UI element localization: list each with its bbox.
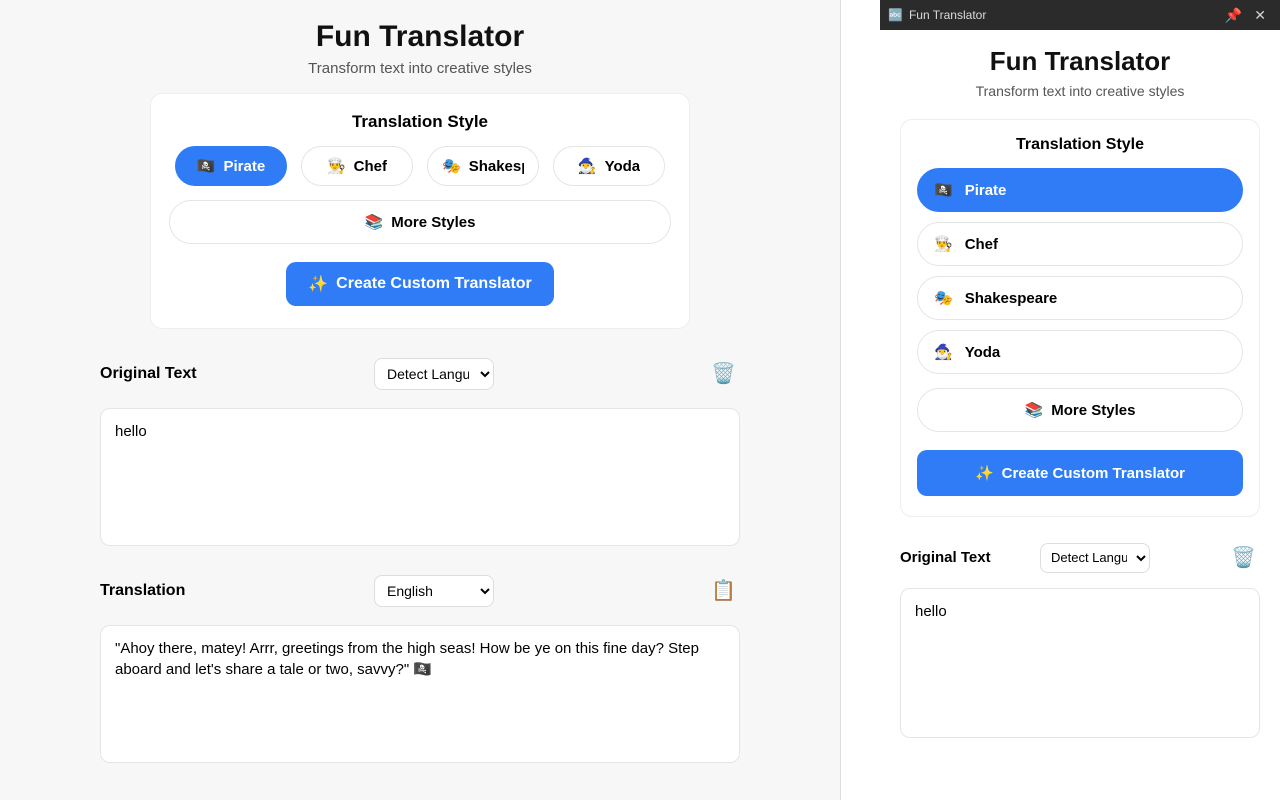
more-styles-label: More Styles [1051, 402, 1135, 419]
close-panel-button[interactable]: ✕ [1248, 7, 1272, 24]
pin-panel-button[interactable]: 📌 [1219, 7, 1248, 24]
pirate-flag-icon: 🏴‍☠️ [197, 157, 216, 175]
target-language-select[interactable]: English [374, 575, 494, 607]
pin-icon: 📌 [1225, 7, 1242, 23]
panel-style-heading: Translation Style [917, 136, 1243, 154]
style-label: Shakespeare [965, 290, 1058, 307]
panel-original-text-input[interactable] [900, 588, 1260, 738]
trash-icon: 🗑️ [1231, 547, 1256, 569]
style-card: Translation Style 🏴‍☠️ Pirate 👨‍🍳 Chef 🎭… [150, 93, 690, 329]
panel-titlebar: 🔤 Fun Translator 📌 ✕ [880, 0, 1280, 30]
panel-clear-original-button[interactable]: 🗑️ [1227, 541, 1260, 574]
pane-divider [840, 0, 880, 800]
wizard-icon: 🧙‍♂️ [578, 157, 597, 175]
style-label: Yoda [965, 344, 1001, 361]
panel-page-subtitle: Transform text into creative styles [900, 83, 1260, 99]
main-pane: Fun Translator Transform text into creat… [0, 0, 840, 800]
style-label: Chef [965, 236, 998, 253]
panel-style-card: Translation Style 🏴‍☠️ Pirate 👨‍🍳 Chef 🎭… [900, 119, 1260, 517]
style-option-yoda[interactable]: 🧙‍♂️ Yoda [553, 146, 665, 186]
sparkles-icon: ✨ [308, 274, 328, 294]
sparkles-icon: ✨ [975, 464, 994, 482]
translation-output[interactable] [100, 625, 740, 763]
panel-more-styles-button[interactable]: 📚 More Styles [917, 388, 1243, 432]
chef-icon: 👨‍🍳 [934, 235, 953, 253]
panel-original-text-label: Original Text [900, 549, 1030, 566]
masks-icon: 🎭 [934, 289, 953, 307]
style-label: Yoda [605, 158, 641, 175]
more-styles-label: More Styles [391, 214, 475, 231]
style-label: Pirate [965, 182, 1007, 199]
clear-original-button[interactable]: 🗑️ [707, 357, 740, 390]
books-icon: 📚 [365, 213, 384, 231]
panel-style-option-pirate[interactable]: 🏴‍☠️ Pirate [917, 168, 1243, 212]
style-label: Shakespeare [469, 158, 524, 175]
original-text-label: Original Text [100, 365, 360, 383]
custom-label: Create Custom Translator [336, 275, 532, 293]
panel-style-option-shakespeare[interactable]: 🎭 Shakespeare [917, 276, 1243, 320]
style-option-chef[interactable]: 👨‍🍳 Chef [301, 146, 413, 186]
original-text-input[interactable] [100, 408, 740, 546]
clipboard-icon: 📋 [711, 580, 736, 602]
style-option-shakespeare[interactable]: 🎭 Shakespeare [427, 146, 539, 186]
style-label: Pirate [223, 158, 265, 175]
trash-icon: 🗑️ [711, 363, 736, 385]
close-icon: ✕ [1254, 7, 1266, 23]
masks-icon: 🎭 [442, 157, 461, 175]
pirate-flag-icon: 🏴‍☠️ [934, 181, 953, 199]
wizard-icon: 🧙‍♂️ [934, 343, 953, 361]
page-title: Fun Translator [56, 20, 784, 54]
books-icon: 📚 [1025, 401, 1044, 419]
panel-style-option-yoda[interactable]: 🧙‍♂️ Yoda [917, 330, 1243, 374]
panel-style-option-chef[interactable]: 👨‍🍳 Chef [917, 222, 1243, 266]
style-option-pirate[interactable]: 🏴‍☠️ Pirate [175, 146, 287, 186]
page-subtitle: Transform text into creative styles [56, 60, 784, 77]
panel-create-custom-translator-button[interactable]: ✨ Create Custom Translator [917, 450, 1243, 496]
panel-source-language-select[interactable]: Detect Language [1040, 543, 1150, 573]
create-custom-translator-button[interactable]: ✨ Create Custom Translator [286, 262, 554, 306]
style-heading: Translation Style [169, 112, 671, 132]
side-panel: 🔤 Fun Translator 📌 ✕ Fun Translator Tran… [880, 0, 1280, 800]
custom-label: Create Custom Translator [1002, 465, 1185, 482]
panel-page-title: Fun Translator [900, 46, 1260, 77]
translation-label: Translation [100, 582, 360, 600]
source-language-select[interactable]: Detect Language [374, 358, 494, 390]
style-label: Chef [354, 158, 387, 175]
more-styles-button[interactable]: 📚 More Styles [169, 200, 671, 244]
copy-translation-button[interactable]: 📋 [707, 574, 740, 607]
panel-title: Fun Translator [909, 8, 986, 22]
extension-icon: 🔤 [888, 8, 903, 22]
chef-icon: 👨‍🍳 [327, 157, 346, 175]
